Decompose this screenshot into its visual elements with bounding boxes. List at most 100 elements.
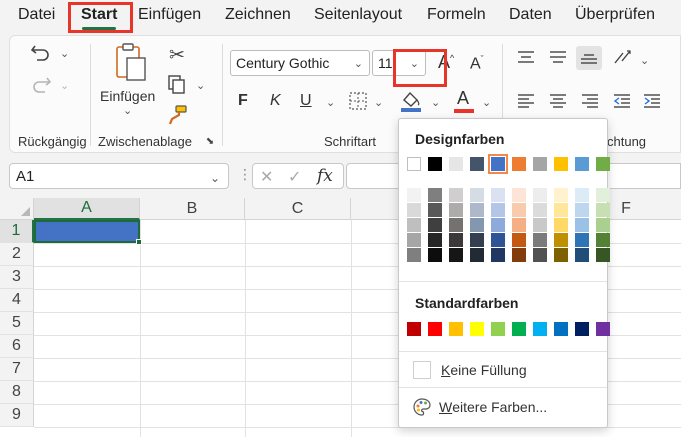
italic-button[interactable]: K	[270, 92, 281, 110]
shade-color-swatch[interactable]	[470, 233, 484, 247]
shade-color-swatch[interactable]	[512, 188, 526, 202]
menu-ueberpruefen[interactable]: Überprüfen	[575, 6, 655, 24]
shade-color-swatch[interactable]	[554, 218, 568, 232]
shade-color-swatch[interactable]	[554, 233, 568, 247]
fill-color-icon[interactable]	[400, 89, 422, 113]
theme-color-swatch[interactable]	[554, 157, 568, 171]
shade-color-swatch[interactable]	[491, 218, 505, 232]
shade-color-swatch[interactable]	[512, 233, 526, 247]
borders-chevron-icon[interactable]: ⌄	[374, 98, 383, 109]
confirm-icon[interactable]: ✓	[288, 167, 301, 187]
shade-color-swatch[interactable]	[491, 203, 505, 217]
theme-color-swatch[interactable]	[428, 157, 442, 171]
shade-color-swatch[interactable]	[428, 233, 442, 247]
paste-label[interactable]: Einfügen	[100, 88, 155, 104]
column-header-f[interactable]: F	[606, 198, 646, 220]
standard-color-swatch[interactable]	[449, 322, 463, 336]
standard-color-swatch[interactable]	[491, 322, 505, 336]
shade-color-swatch[interactable]	[575, 233, 589, 247]
redo-chevron-icon[interactable]: ⌄	[60, 81, 69, 92]
row-header-8[interactable]: 8	[0, 381, 34, 404]
shade-color-swatch[interactable]	[533, 188, 547, 202]
standard-color-swatch[interactable]	[596, 322, 610, 336]
theme-color-swatch[interactable]	[407, 157, 421, 171]
name-box[interactable]: A1 ⌄	[9, 163, 229, 189]
shade-color-swatch[interactable]	[512, 218, 526, 232]
row-header-5[interactable]: 5	[0, 312, 34, 335]
borders-icon[interactable]	[348, 91, 368, 111]
shade-color-swatch[interactable]	[596, 203, 610, 217]
cancel-icon[interactable]: ✕	[260, 167, 273, 187]
shade-color-swatch[interactable]	[449, 188, 463, 202]
cell-a1-selected[interactable]	[34, 220, 140, 243]
row-header-6[interactable]: 6	[0, 335, 34, 358]
shade-color-swatch[interactable]	[428, 218, 442, 232]
shade-color-swatch[interactable]	[470, 188, 484, 202]
fill-handle[interactable]	[136, 239, 142, 245]
shade-color-swatch[interactable]	[449, 248, 463, 262]
shade-color-swatch[interactable]	[470, 248, 484, 262]
standard-color-swatch[interactable]	[407, 322, 421, 336]
row-header-4[interactable]: 4	[0, 289, 34, 312]
more-options-icon[interactable]: ⋮	[238, 166, 252, 183]
shade-color-swatch[interactable]	[407, 248, 421, 262]
shade-color-swatch[interactable]	[512, 248, 526, 262]
shrink-font-button[interactable]: Aˇ	[470, 54, 484, 73]
standard-color-swatch[interactable]	[554, 322, 568, 336]
shade-color-swatch[interactable]	[449, 233, 463, 247]
undo-icon[interactable]	[30, 42, 52, 64]
shade-color-swatch[interactable]	[596, 218, 610, 232]
shade-color-swatch[interactable]	[596, 188, 610, 202]
cut-icon[interactable]: ✂	[166, 44, 188, 66]
decrease-indent-icon[interactable]	[612, 92, 632, 110]
redo-icon[interactable]	[30, 74, 52, 96]
shade-color-swatch[interactable]	[554, 188, 568, 202]
no-fill-item[interactable]: Keine Füllung	[413, 358, 527, 382]
align-top-icon[interactable]	[516, 48, 536, 66]
align-center-icon[interactable]	[548, 92, 568, 110]
align-middle-icon[interactable]	[548, 48, 568, 66]
shade-color-swatch[interactable]	[596, 233, 610, 247]
column-header-a[interactable]: A	[34, 198, 140, 220]
shade-color-swatch[interactable]	[428, 188, 442, 202]
paste-icon[interactable]	[114, 42, 148, 82]
shade-color-swatch[interactable]	[491, 248, 505, 262]
shade-color-swatch[interactable]	[554, 248, 568, 262]
row-header-3[interactable]: 3	[0, 266, 34, 289]
shade-color-swatch[interactable]	[428, 248, 442, 262]
align-bottom-icon[interactable]	[576, 46, 602, 70]
theme-color-swatch[interactable]	[533, 157, 547, 171]
copy-chevron-icon[interactable]: ⌄	[196, 81, 205, 92]
shade-color-swatch[interactable]	[449, 218, 463, 232]
theme-color-swatch[interactable]	[449, 157, 463, 171]
theme-color-swatch[interactable]	[488, 154, 508, 174]
shade-color-swatch[interactable]	[575, 203, 589, 217]
standard-color-swatch[interactable]	[512, 322, 526, 336]
row-header-9[interactable]: 9	[0, 404, 34, 427]
shade-color-swatch[interactable]	[554, 203, 568, 217]
shade-color-swatch[interactable]	[575, 218, 589, 232]
shade-color-swatch[interactable]	[491, 188, 505, 202]
column-header-c[interactable]: C	[245, 198, 351, 220]
row-header-1[interactable]: 1	[0, 220, 34, 243]
font-color-button[interactable]: A	[454, 88, 474, 114]
menu-seitenlayout[interactable]: Seitenlayout	[314, 6, 402, 24]
underline-chevron-icon[interactable]: ⌄	[326, 98, 335, 109]
shade-color-swatch[interactable]	[512, 203, 526, 217]
menu-daten[interactable]: Daten	[509, 6, 552, 24]
menu-zeichnen[interactable]: Zeichnen	[225, 6, 291, 24]
align-right-icon[interactable]	[580, 92, 600, 110]
shade-color-swatch[interactable]	[575, 188, 589, 202]
theme-color-swatch[interactable]	[575, 157, 589, 171]
insert-function-button[interactable]: fx	[317, 166, 333, 186]
menu-datei[interactable]: Datei	[18, 6, 55, 24]
standard-color-swatch[interactable]	[470, 322, 484, 336]
row-header-2[interactable]: 2	[0, 243, 34, 266]
standard-color-swatch[interactable]	[533, 322, 547, 336]
menu-formeln[interactable]: Formeln	[427, 6, 486, 24]
bold-button[interactable]: F	[238, 92, 248, 110]
increase-indent-icon[interactable]	[642, 92, 662, 110]
theme-color-swatch[interactable]	[470, 157, 484, 171]
shade-color-swatch[interactable]	[470, 203, 484, 217]
column-header-b[interactable]: B	[140, 198, 245, 220]
